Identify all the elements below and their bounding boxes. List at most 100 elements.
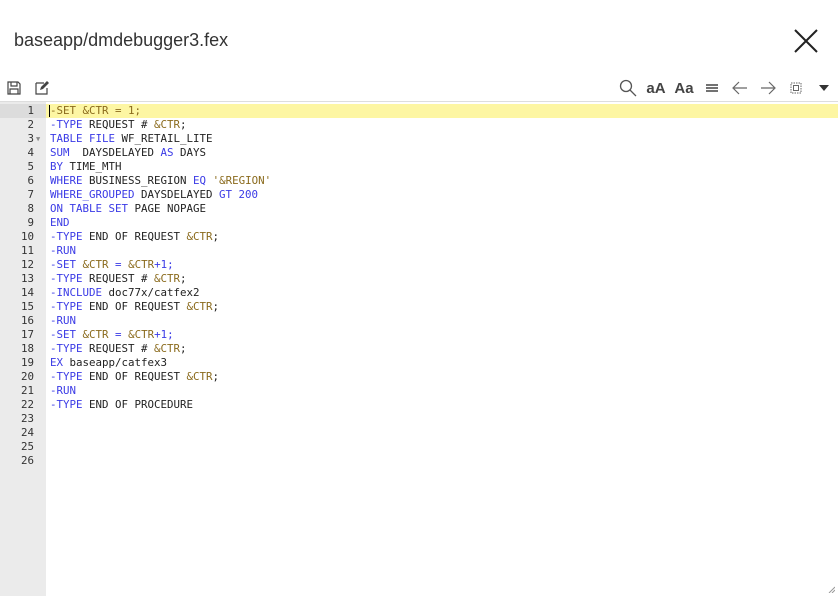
line-number: 21 [20, 384, 34, 397]
code-token: ; [180, 342, 187, 355]
code-token: -TYPE [50, 370, 83, 383]
code-line[interactable]: 9 END [0, 216, 838, 230]
case-icon[interactable]: Aa [674, 78, 694, 98]
line-code: -TYPE END OF REQUEST &CTR; [50, 370, 219, 384]
line-code: -TYPE REQUEST # &CTR; [50, 272, 187, 286]
arrow-left-icon[interactable] [730, 78, 750, 98]
code-token: -TYPE [50, 300, 83, 313]
line-code: WHERE_GROUPED DAYSDELAYED GT 200 [50, 188, 258, 202]
line-number: 2 [27, 118, 34, 131]
code-token: END OF PROCEDURE [82, 398, 194, 411]
code-line[interactable]: 26 [0, 454, 838, 468]
search-icon[interactable] [618, 78, 638, 98]
code-token: TIME_MTH [63, 160, 122, 173]
code-line[interactable]: 17 -SET &CTR = &CTR+1; [0, 328, 838, 342]
code-editor[interactable]: 1 -SET &CTR = 1; 2 -TYPE REQUEST # &CTR; 3 ▼ T… [0, 101, 838, 596]
code-token: &CTR [154, 118, 181, 131]
resize-grip-icon[interactable] [827, 585, 835, 593]
code-token: +1; [154, 328, 174, 341]
code-token: END OF REQUEST [82, 300, 187, 313]
code-token: WHERE_GROUPED [50, 188, 135, 201]
code-line[interactable]: 1 -SET &CTR = 1; [0, 104, 838, 118]
arrow-right-icon[interactable] [758, 78, 778, 98]
line-number: 24 [20, 426, 34, 439]
line-code: ON TABLE SET PAGE NOPAGE [50, 202, 206, 216]
code-token: &CTR [154, 272, 181, 285]
code-token: AS [160, 146, 174, 159]
code-line[interactable]: 12 -SET &CTR = &CTR+1; [0, 258, 838, 272]
line-code: -RUN [50, 384, 76, 398]
line-code: -TYPE REQUEST # &CTR; [50, 118, 187, 132]
code-line[interactable]: 4 SUM DAYSDELAYED AS DAYS [0, 146, 838, 160]
line-number: 10 [20, 230, 34, 243]
line-code: TABLE FILE WF_RETAIL_LITE [50, 132, 213, 146]
font-size-icon[interactable]: aA [646, 78, 666, 98]
code-line[interactable]: 14 -INCLUDE doc77x/catfex2 [0, 286, 838, 300]
code-token: END OF REQUEST [82, 370, 187, 383]
code-line[interactable]: 19 EX baseapp/catfex3 [0, 356, 838, 370]
code-line[interactable]: 18 -TYPE REQUEST # &CTR; [0, 342, 838, 356]
code-line[interactable]: 3 ▼ TABLE FILE WF_RETAIL_LITE [0, 132, 838, 146]
code-line[interactable]: 7 WHERE_GROUPED DAYSDELAYED GT 200 [0, 188, 838, 202]
code-line[interactable]: 5 BY TIME_MTH [0, 160, 838, 174]
code-token: -INCLUDE [50, 286, 103, 299]
code-line[interactable]: 8 ON TABLE SET PAGE NOPAGE [0, 202, 838, 216]
line-number: 4 [27, 146, 34, 159]
code-token: END [50, 216, 70, 229]
code-token: REQUEST # [82, 118, 155, 131]
code-token: WF_RETAIL_LITE [115, 132, 213, 145]
line-number: 6 [27, 174, 34, 187]
code-line[interactable]: 21 -RUN [0, 384, 838, 398]
toolbar-left [4, 78, 60, 98]
code-line[interactable]: 6 WHERE BUSINESS_REGION EQ '&REGION' [0, 174, 838, 188]
code-line[interactable]: 2 -TYPE REQUEST # &CTR; [0, 118, 838, 132]
caret-down-icon[interactable] [814, 78, 834, 98]
code-token: -SET [50, 328, 77, 341]
edit-icon[interactable] [32, 78, 52, 98]
line-code: -TYPE REQUEST # &CTR; [50, 342, 187, 356]
select-all-icon[interactable] [786, 78, 806, 98]
code-token: = [108, 258, 129, 271]
code-line[interactable]: 25 [0, 440, 838, 454]
line-number: 9 [27, 216, 34, 229]
code-line[interactable]: 15 -TYPE END OF REQUEST &CTR; [0, 300, 838, 314]
line-number: 18 [20, 342, 34, 355]
code-token: GT 200 [219, 188, 259, 201]
code-line[interactable]: 13 -TYPE REQUEST # &CTR; [0, 272, 838, 286]
line-code: -RUN [50, 314, 76, 328]
line-code: -SET &CTR = &CTR+1; [50, 258, 174, 272]
code-token: -TYPE [50, 398, 83, 411]
code-line[interactable]: 22 -TYPE END OF PROCEDURE [0, 398, 838, 412]
code-token: END OF REQUEST [82, 230, 187, 243]
code-line[interactable]: 10 -TYPE END OF REQUEST &CTR; [0, 230, 838, 244]
code-token: &CTR [186, 230, 213, 243]
code-token: ; [212, 230, 220, 243]
code-token: BY [50, 160, 64, 173]
code-token: REQUEST # [82, 342, 155, 355]
line-code: SUM DAYSDELAYED AS DAYS [50, 146, 206, 160]
list-icon[interactable] [702, 78, 722, 98]
code-lines[interactable]: 1 -SET &CTR = 1; 2 -TYPE REQUEST # &CTR; 3 ▼ T… [0, 104, 838, 468]
code-line[interactable]: 16 -RUN [0, 314, 838, 328]
code-token: &CTR [154, 342, 181, 355]
line-number: 14 [20, 286, 34, 299]
code-token: &CTR [128, 328, 155, 341]
line-number: 17 [20, 328, 34, 341]
code-token: -RUN [50, 314, 77, 327]
fold-toggle-icon[interactable]: ▼ [36, 132, 40, 146]
code-line[interactable]: 20 -TYPE END OF REQUEST &CTR; [0, 370, 838, 384]
line-code: -INCLUDE doc77x/catfex2 [50, 286, 200, 300]
code-token: &CTR [186, 370, 213, 383]
close-icon[interactable] [792, 27, 820, 55]
line-number: 19 [20, 356, 34, 369]
save-icon[interactable] [4, 78, 24, 98]
code-line[interactable]: 11 -RUN [0, 244, 838, 258]
line-number: 1 [0, 104, 46, 118]
code-line[interactable]: 24 [0, 426, 838, 440]
code-token: REQUEST # [82, 272, 155, 285]
line-number: 13 [20, 272, 34, 285]
code-line[interactable]: 23 [0, 412, 838, 426]
line-number: 26 [20, 454, 34, 467]
code-token: &CTR [186, 300, 213, 313]
code-token: ; [212, 300, 220, 313]
